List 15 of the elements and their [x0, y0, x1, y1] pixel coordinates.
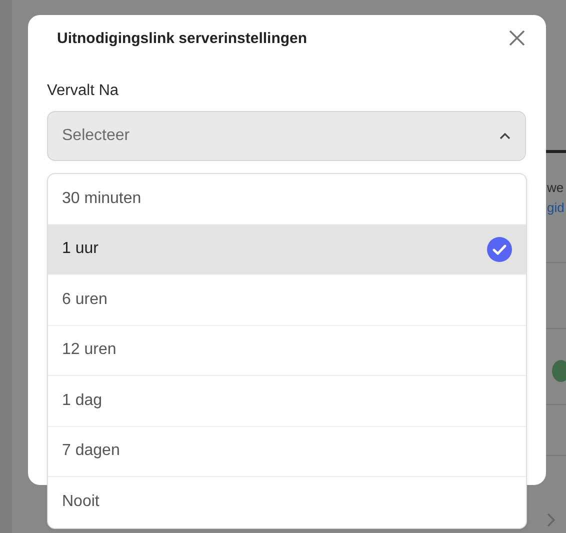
dropdown-option[interactable]: 7 dagen — [48, 426, 526, 477]
dropdown-option[interactable]: 1 uur — [48, 224, 526, 275]
caret-icon — [499, 132, 511, 140]
expiry-select[interactable]: Selecteer — [47, 111, 526, 161]
heading-underline — [546, 150, 566, 153]
dialog-title: Uitnodigingslink serverinstellingen — [57, 30, 308, 46]
dropdown-option[interactable]: 6 uren — [48, 275, 526, 326]
dropdown-option[interactable]: 12 uren — [48, 326, 526, 376]
dropdown-option[interactable]: Nooit — [48, 477, 526, 528]
check-icon — [487, 236, 512, 262]
close-button[interactable] — [507, 28, 527, 48]
field-label: Vervalt Na — [47, 82, 119, 100]
status-icon — [552, 360, 566, 382]
dropdown-option[interactable]: 1 dag — [48, 376, 526, 426]
background-text: we — [547, 180, 564, 195]
